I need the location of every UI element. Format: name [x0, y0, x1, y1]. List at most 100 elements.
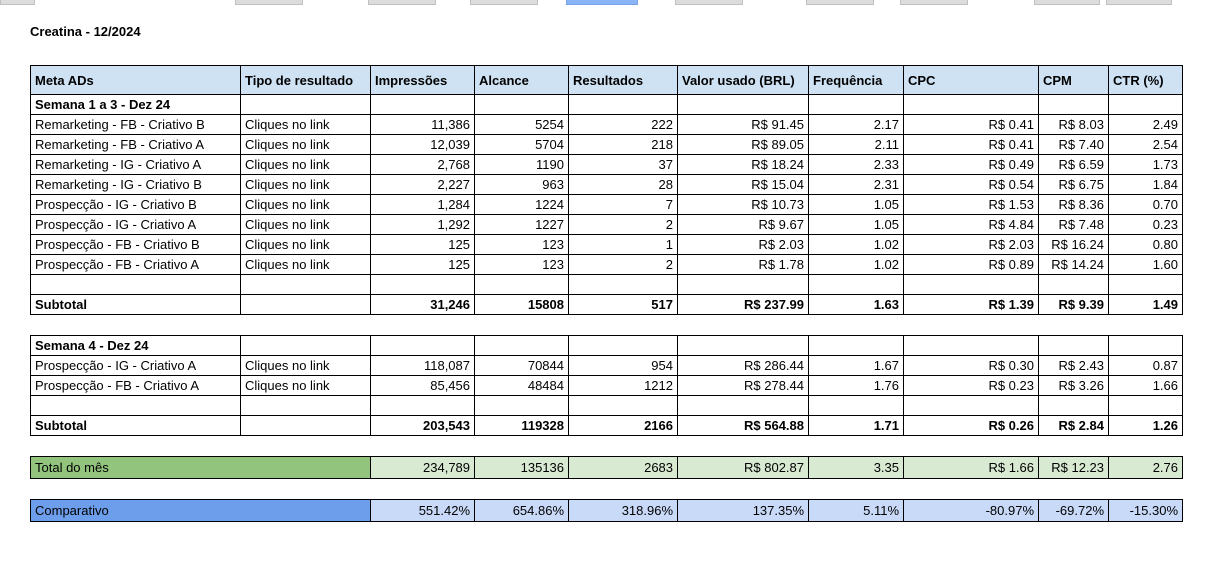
empty-cell[interactable]	[1108, 395, 1183, 416]
column-header-stub[interactable]	[368, 0, 436, 5]
value-cell[interactable]: 1.84	[1108, 174, 1183, 195]
value-cell[interactable]: 123	[474, 234, 569, 255]
value-cell[interactable]: R$ 7.48	[1038, 214, 1109, 235]
value-cell[interactable]: 70844	[474, 355, 569, 376]
value-cell[interactable]: R$ 0.89	[903, 254, 1039, 275]
value-cell[interactable]: 954	[568, 355, 678, 376]
total-value-cell[interactable]: R$ 1.66	[903, 456, 1040, 479]
empty-cell[interactable]	[1038, 274, 1109, 295]
empty-cell[interactable]	[474, 335, 569, 356]
column-header-6[interactable]: Frequência	[808, 65, 904, 95]
comparativo-value-cell[interactable]: 654.86%	[474, 499, 570, 522]
value-cell[interactable]: 2	[568, 254, 678, 275]
comparativo-value-cell[interactable]: 551.42%	[370, 499, 476, 522]
empty-cell[interactable]	[370, 335, 475, 356]
empty-cell[interactable]	[903, 335, 1039, 356]
value-cell[interactable]: 1,284	[370, 194, 475, 215]
result-type-cell[interactable]: Cliques no link	[240, 134, 371, 155]
column-header-0[interactable]: Meta ADs	[30, 65, 241, 95]
value-cell[interactable]: 218	[568, 134, 678, 155]
value-cell[interactable]: 0.23	[1108, 214, 1183, 235]
column-header-stub[interactable]	[900, 0, 968, 5]
value-cell[interactable]: 5704	[474, 134, 569, 155]
value-cell[interactable]: 1.67	[808, 355, 904, 376]
empty-cell[interactable]	[677, 335, 809, 356]
empty-cell[interactable]	[240, 274, 371, 295]
result-type-cell[interactable]: Cliques no link	[240, 214, 371, 235]
value-cell[interactable]: 1.02	[808, 254, 904, 275]
value-cell[interactable]: 11,386	[370, 114, 475, 135]
value-cell[interactable]: R$ 0.41	[903, 114, 1039, 135]
empty-cell[interactable]	[903, 274, 1039, 295]
empty-cell[interactable]	[370, 395, 475, 416]
ad-name-cell[interactable]: Prospecção - IG - Criativo A	[30, 355, 241, 376]
empty-cell[interactable]	[240, 395, 371, 416]
empty-cell[interactable]	[903, 395, 1039, 416]
total-value-cell[interactable]: R$ 12.23	[1038, 456, 1110, 479]
value-cell[interactable]: 1227	[474, 214, 569, 235]
value-cell[interactable]: R$ 16.24	[1038, 234, 1109, 255]
value-cell[interactable]: 1.76	[808, 375, 904, 396]
value-cell[interactable]: 0.80	[1108, 234, 1183, 255]
value-cell[interactable]: 118,087	[370, 355, 475, 376]
value-cell[interactable]: R$ 0.30	[903, 355, 1039, 376]
column-header-stub[interactable]	[235, 0, 303, 5]
value-cell[interactable]: R$ 2.43	[1038, 355, 1109, 376]
ad-name-cell[interactable]: Remarketing - IG - Criativo A	[30, 154, 241, 175]
value-cell[interactable]: 1.73	[1108, 154, 1183, 175]
subtotal-value-cell[interactable]: 2166	[568, 415, 678, 436]
value-cell[interactable]: 125	[370, 254, 475, 275]
subtotal-value-cell[interactable]: 1.63	[808, 294, 904, 315]
empty-cell[interactable]	[808, 94, 904, 115]
value-cell[interactable]: 2.17	[808, 114, 904, 135]
empty-cell[interactable]	[677, 274, 809, 295]
value-cell[interactable]: R$ 6.75	[1038, 174, 1109, 195]
comparativo-value-cell[interactable]: 318.96%	[568, 499, 679, 522]
empty-cell[interactable]	[808, 335, 904, 356]
empty-cell[interactable]	[1038, 335, 1109, 356]
value-cell[interactable]: R$ 91.45	[677, 114, 809, 135]
value-cell[interactable]: 2.49	[1108, 114, 1183, 135]
result-type-cell[interactable]: Cliques no link	[240, 355, 371, 376]
subtotal-value-cell[interactable]: 517	[568, 294, 678, 315]
subtotal-value-cell[interactable]: R$ 0.26	[903, 415, 1039, 436]
empty-cell[interactable]	[1038, 395, 1109, 416]
value-cell[interactable]: R$ 2.03	[903, 234, 1039, 255]
value-cell[interactable]: 222	[568, 114, 678, 135]
value-cell[interactable]: 123	[474, 254, 569, 275]
value-cell[interactable]: 1.60	[1108, 254, 1183, 275]
result-type-cell[interactable]: Cliques no link	[240, 114, 371, 135]
value-cell[interactable]: 0.87	[1108, 355, 1183, 376]
value-cell[interactable]: R$ 8.03	[1038, 114, 1109, 135]
result-type-cell[interactable]: Cliques no link	[240, 375, 371, 396]
subtotal-value-cell[interactable]: 31,246	[370, 294, 475, 315]
value-cell[interactable]: 85,456	[370, 375, 475, 396]
ad-name-cell[interactable]: Prospecção - FB - Criativo A	[30, 375, 241, 396]
empty-cell[interactable]	[240, 294, 371, 315]
ad-name-cell[interactable]: Remarketing - FB - Criativo A	[30, 134, 241, 155]
total-value-cell[interactable]: 3.35	[808, 456, 905, 479]
ad-name-cell[interactable]: Prospecção - IG - Criativo A	[30, 214, 241, 235]
subtotal-value-cell[interactable]: 1.71	[808, 415, 904, 436]
total-value-cell[interactable]: 2.76	[1108, 456, 1184, 479]
value-cell[interactable]: R$ 2.03	[677, 234, 809, 255]
value-cell[interactable]: R$ 9.67	[677, 214, 809, 235]
value-cell[interactable]: 2	[568, 214, 678, 235]
value-cell[interactable]: 37	[568, 154, 678, 175]
subtotal-value-cell[interactable]: 1.49	[1108, 294, 1183, 315]
value-cell[interactable]: 1.66	[1108, 375, 1183, 396]
subtotal-value-cell[interactable]: 15808	[474, 294, 569, 315]
value-cell[interactable]: 1.02	[808, 234, 904, 255]
value-cell[interactable]: 1.05	[808, 214, 904, 235]
empty-cell[interactable]	[1108, 94, 1183, 115]
value-cell[interactable]: 2,227	[370, 174, 475, 195]
empty-cell[interactable]	[474, 94, 569, 115]
column-header-3[interactable]: Alcance	[474, 65, 569, 95]
empty-cell[interactable]	[568, 94, 678, 115]
total-value-cell[interactable]: 234,789	[370, 456, 476, 479]
column-header-stub[interactable]	[0, 0, 35, 5]
value-cell[interactable]: R$ 278.44	[677, 375, 809, 396]
value-cell[interactable]: 963	[474, 174, 569, 195]
empty-cell[interactable]	[1108, 335, 1183, 356]
value-cell[interactable]: 1224	[474, 194, 569, 215]
